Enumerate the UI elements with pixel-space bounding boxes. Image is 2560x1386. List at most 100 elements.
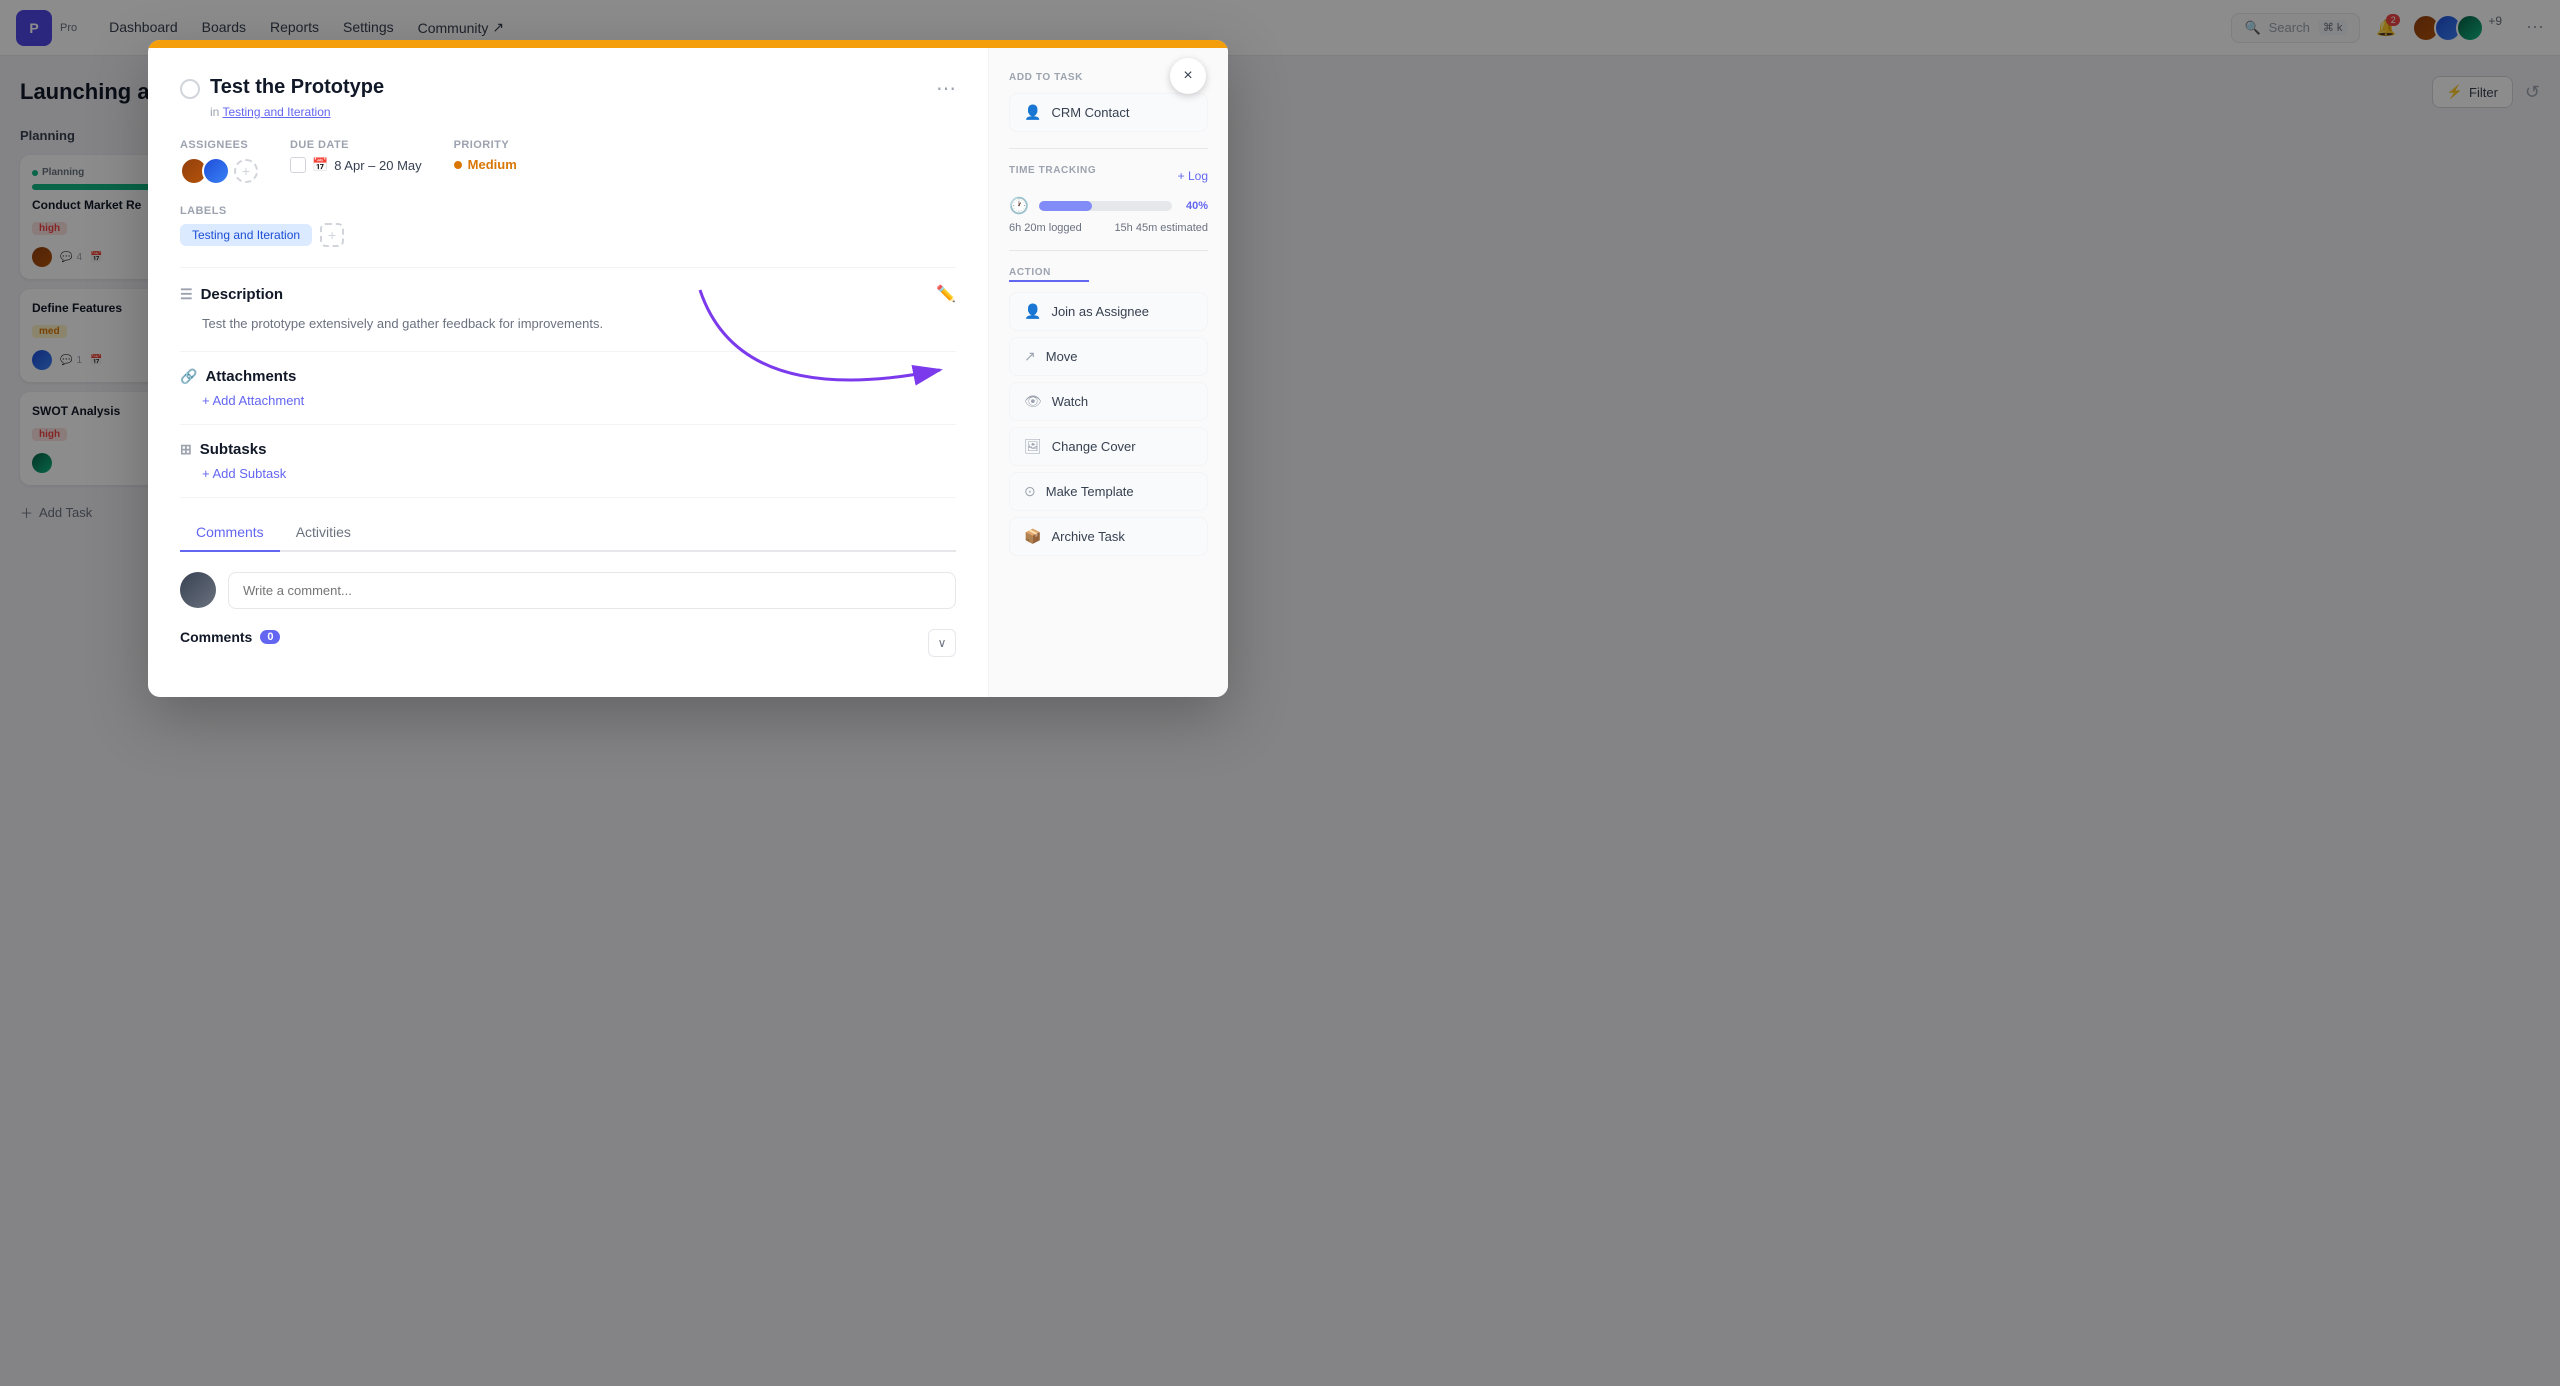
comment-input[interactable]	[228, 572, 956, 609]
modal-title-row: Test the Prototype ⋯	[180, 76, 956, 101]
description-text: Test the prototype extensively and gathe…	[202, 314, 956, 335]
comment-input-row	[180, 572, 956, 609]
change-cover-button[interactable]: 🖼 Change Cover	[1009, 427, 1208, 466]
divider-1	[180, 267, 956, 268]
label-chip-testing[interactable]: Testing and Iteration	[180, 224, 312, 246]
attachments-label: Attachments	[205, 368, 296, 385]
sidebar-divider-2	[1009, 250, 1208, 251]
join-assignee-label: Join as Assignee	[1051, 304, 1149, 319]
date-checkbox	[290, 157, 306, 173]
time-tracking-label: TIME TRACKING	[1009, 165, 1096, 176]
subtasks-title: ⊞ Subtasks	[180, 441, 956, 458]
labels-label: Labels	[180, 205, 956, 217]
edit-description-button[interactable]: ✏️	[936, 284, 956, 304]
crm-contact-button[interactable]: 👤 CRM Contact	[1009, 93, 1208, 132]
comments-label: Comments	[180, 629, 252, 645]
move-icon: ↗	[1024, 348, 1036, 365]
archive-task-label: Archive Task	[1051, 529, 1124, 544]
assignees-list: +	[180, 157, 258, 185]
watch-button[interactable]: 👁 Watch	[1009, 382, 1208, 421]
chevron-down-icon: ∨	[938, 636, 947, 650]
task-sidebar: ADD TO TASK 👤 CRM Contact TIME TRACKING …	[988, 48, 1228, 697]
move-label: Move	[1046, 349, 1078, 364]
modal-close-button[interactable]: ×	[1170, 58, 1206, 94]
eye-icon: 👁	[1024, 393, 1042, 410]
divider-2	[180, 351, 956, 352]
priority-dot	[454, 161, 462, 169]
template-icon: ⊙	[1024, 483, 1036, 500]
comments-title: Comments 0	[180, 629, 280, 645]
due-date-field: Due Date 📅 8 Apr – 20 May	[290, 139, 422, 173]
due-date-label: Due Date	[290, 139, 422, 151]
task-fields-row: Assignees + Due Date 📅 8 Apr – 20 May	[180, 139, 956, 185]
time-estimated: 15h 45m estimated	[1114, 222, 1208, 234]
watch-label: Watch	[1052, 394, 1088, 409]
comments-footer: Comments 0 ∨	[180, 629, 956, 657]
subtask-icon: ⊞	[180, 441, 192, 458]
make-template-button[interactable]: ⊙ Make Template	[1009, 472, 1208, 511]
modal-body: Test the Prototype ⋯ in Testing and Iter…	[148, 48, 1228, 697]
commenter-avatar	[180, 572, 216, 608]
comments-count-badge: 0	[260, 630, 280, 644]
time-percentage: 40%	[1186, 200, 1208, 212]
attachment-icon: 🔗	[180, 368, 197, 385]
join-assignee-button[interactable]: 👤 Join as Assignee	[1009, 292, 1208, 331]
tab-comments[interactable]: Comments	[180, 514, 280, 552]
priority-value[interactable]: Medium	[454, 157, 517, 172]
time-bar-fill	[1039, 201, 1092, 211]
action-section-label: ACTION	[1009, 267, 1208, 278]
comments-toggle-button[interactable]: ∨	[928, 629, 956, 657]
priority-label: Priority	[454, 139, 517, 151]
image-icon: 🖼	[1024, 438, 1042, 455]
labels-section: Labels Testing and Iteration +	[180, 205, 956, 247]
make-template-label: Make Template	[1046, 484, 1134, 499]
time-progress-row: 🕐 40%	[1009, 196, 1208, 216]
add-label-button[interactable]: +	[320, 223, 344, 247]
attachments-title: 🔗 Attachments	[180, 368, 956, 385]
time-details: 6h 20m logged 15h 45m estimated	[1009, 222, 1208, 234]
tab-activities[interactable]: Activities	[280, 514, 367, 550]
change-cover-label: Change Cover	[1052, 439, 1136, 454]
archive-task-button[interactable]: 📦 Archive Task	[1009, 517, 1208, 556]
task-complete-checkbox[interactable]	[180, 79, 200, 99]
crm-icon: 👤	[1024, 104, 1041, 121]
modal-main-content: Test the Prototype ⋯ in Testing and Iter…	[148, 48, 988, 697]
priority-field: Priority Medium	[454, 139, 517, 172]
add-attachment-label: + Add Attachment	[202, 393, 304, 408]
action-underline	[1009, 280, 1089, 282]
person-icon: 👤	[1024, 303, 1041, 320]
modal-color-bar	[148, 40, 1228, 48]
time-logged: 6h 20m logged	[1009, 222, 1082, 234]
breadcrumb-link[interactable]: Testing and Iteration	[222, 105, 330, 119]
priority-text: Medium	[468, 157, 517, 172]
task-options-button[interactable]: ⋯	[936, 76, 956, 101]
due-date-value[interactable]: 📅 8 Apr – 20 May	[290, 157, 422, 173]
clock-icon: 🕐	[1009, 196, 1029, 216]
description-section-header: ☰ Description ✏️	[180, 284, 956, 304]
description-title: ☰ Description	[180, 286, 283, 303]
archive-icon: 📦	[1024, 528, 1041, 545]
assignees-label: Assignees	[180, 139, 258, 151]
task-title: Test the Prototype	[210, 76, 936, 99]
sidebar-divider-1	[1009, 148, 1208, 149]
description-icon: ☰	[180, 286, 193, 303]
task-modal: Test the Prototype ⋯ in Testing and Iter…	[148, 40, 1228, 697]
task-breadcrumb: in Testing and Iteration	[210, 105, 956, 119]
time-progress-bar	[1039, 201, 1172, 211]
time-log-button[interactable]: + Log	[1178, 169, 1208, 183]
add-attachment-button[interactable]: + Add Attachment	[202, 393, 956, 408]
crm-contact-label: CRM Contact	[1051, 105, 1129, 120]
move-button[interactable]: ↗ Move	[1009, 337, 1208, 376]
time-tracking-header: TIME TRACKING + Log	[1009, 165, 1208, 186]
assignee-avatar-2[interactable]	[202, 157, 230, 185]
add-subtask-label: + Add Subtask	[202, 466, 286, 481]
add-subtask-button[interactable]: + Add Subtask	[202, 466, 956, 481]
assignees-field: Assignees +	[180, 139, 258, 185]
divider-4	[180, 497, 956, 498]
subtasks-label: Subtasks	[200, 441, 267, 458]
divider-3	[180, 424, 956, 425]
calendar-icon-modal: 📅	[312, 157, 328, 173]
tabs-row: Comments Activities	[180, 514, 956, 552]
add-assignee-button[interactable]: +	[234, 159, 258, 183]
breadcrumb-prefix: in	[210, 105, 219, 119]
